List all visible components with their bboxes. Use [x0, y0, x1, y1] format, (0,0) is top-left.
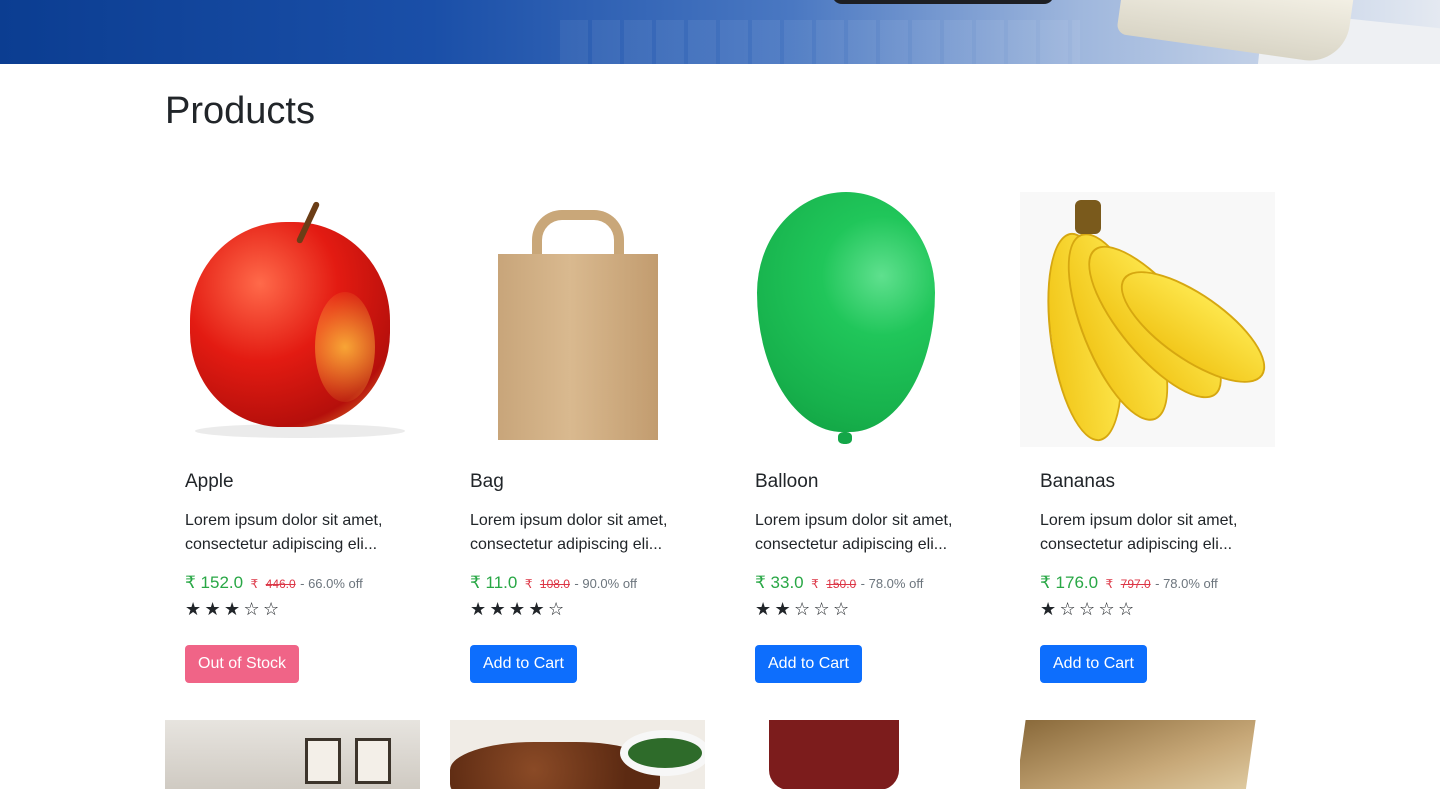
star-empty-icon: ☆ [1059, 599, 1077, 619]
star-filled-icon: ★ [470, 599, 488, 619]
star-filled-icon: ★ [185, 599, 203, 619]
page-title: Products [165, 90, 315, 132]
discount-label: - 78.0% off [860, 576, 924, 591]
product-name[interactable]: Bag [470, 469, 685, 495]
product-image-meatloaf[interactable] [450, 720, 705, 789]
star-filled-icon: ★ [224, 599, 242, 619]
product-card [1020, 720, 1275, 789]
hero-stapler-image [1116, 0, 1354, 64]
star-filled-icon: ★ [489, 599, 507, 619]
product-card [735, 720, 990, 789]
product-image-bedroom[interactable] [165, 720, 420, 789]
price-row: ₹ 33.0 ₹ 150.0 - 78.0% off [755, 571, 970, 595]
star-empty-icon: ☆ [548, 599, 566, 619]
star-rating: ★ ☆ ☆ ☆ ☆ [1040, 599, 1255, 621]
star-filled-icon: ★ [774, 599, 792, 619]
old-price-symbol: ₹ [524, 577, 533, 591]
star-empty-icon: ☆ [263, 599, 281, 619]
product-image-bag[interactable] [450, 192, 705, 447]
out-of-stock-button[interactable]: Out of Stock [185, 645, 300, 683]
price-row: ₹ 176.0 ₹ 797.0 - 78.0% off [1040, 571, 1255, 595]
old-price: 108.0 [539, 577, 570, 591]
star-empty-icon: ☆ [1079, 599, 1097, 619]
star-filled-icon: ★ [1040, 599, 1058, 619]
product-card: Balloon Lorem ipsum dolor sit amet, cons… [735, 192, 990, 683]
star-empty-icon: ☆ [813, 599, 831, 619]
old-price-symbol: ₹ [811, 577, 819, 591]
product-description: Lorem ipsum dolor sit amet, consectetur … [185, 512, 383, 553]
star-rating: ★ ★ ★ ★ ☆ [470, 599, 685, 621]
star-filled-icon: ★ [204, 599, 222, 619]
product-name[interactable]: Apple [185, 469, 400, 495]
product-name[interactable]: Balloon [755, 469, 970, 495]
star-rating: ★ ★ ☆ ☆ ☆ [755, 599, 970, 621]
product-card: Apple Lorem ipsum dolor sit amet, consec… [165, 192, 420, 683]
old-price: 797.0 [1120, 577, 1151, 591]
hero-device-image [832, 0, 1054, 4]
product-card [450, 720, 705, 789]
product-image-blouse[interactable] [735, 720, 990, 789]
discount-label: - 66.0% off [300, 576, 363, 591]
product-description: Lorem ipsum dolor sit amet, consectetur … [1040, 512, 1238, 553]
star-empty-icon: ☆ [1098, 599, 1116, 619]
old-price: 446.0 [265, 577, 296, 591]
product-card: Bag Lorem ipsum dolor sit amet, consecte… [450, 192, 705, 683]
add-to-cart-button[interactable]: Add to Cart [470, 645, 577, 683]
product-description: Lorem ipsum dolor sit amet, consectetur … [470, 512, 668, 553]
current-price: ₹ 11.0 [470, 573, 518, 592]
old-price-symbol: ₹ [1105, 577, 1114, 591]
product-image-apple[interactable] [165, 192, 420, 447]
current-price: ₹ 152.0 [185, 573, 244, 592]
star-filled-icon: ★ [528, 599, 546, 619]
current-price: ₹ 176.0 [1040, 573, 1099, 592]
product-image-balloon[interactable] [735, 192, 990, 447]
star-filled-icon: ★ [755, 599, 773, 619]
hero-keyboard-image [560, 20, 1080, 64]
current-price: ₹ 33.0 [755, 573, 804, 592]
discount-label: - 78.0% off [1155, 576, 1218, 591]
star-filled-icon: ★ [509, 599, 527, 619]
add-to-cart-button[interactable]: Add to Cart [755, 645, 862, 683]
product-card: Bananas Lorem ipsum dolor sit amet, cons… [1020, 192, 1275, 683]
product-image-bananas[interactable] [1020, 192, 1275, 447]
add-to-cart-button[interactable]: Add to Cart [1040, 645, 1147, 683]
star-empty-icon: ☆ [243, 599, 261, 619]
product-card [165, 720, 420, 789]
star-rating: ★ ★ ★ ☆ ☆ [185, 599, 400, 621]
old-price: 150.0 [826, 577, 857, 591]
discount-label: - 90.0% off [574, 576, 638, 591]
star-empty-icon: ☆ [794, 599, 812, 619]
product-description: Lorem ipsum dolor sit amet, consectetur … [755, 512, 953, 553]
price-row: ₹ 152.0 ₹ 446.0 - 66.0% off [185, 571, 400, 595]
hero-banner [0, 0, 1440, 64]
star-empty-icon: ☆ [833, 599, 851, 619]
price-row: ₹ 11.0 ₹ 108.0 - 90.0% off [470, 571, 685, 595]
product-name[interactable]: Bananas [1040, 469, 1255, 495]
star-empty-icon: ☆ [1118, 599, 1136, 619]
old-price-symbol: ₹ [250, 577, 259, 591]
product-image-book[interactable] [1020, 720, 1275, 789]
